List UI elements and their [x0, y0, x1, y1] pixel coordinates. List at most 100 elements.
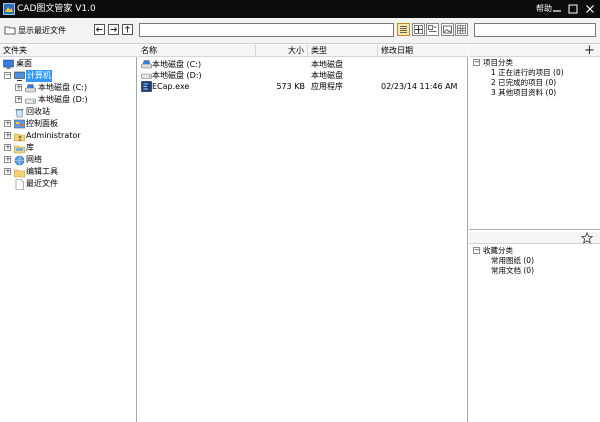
computer-icon [14, 71, 25, 82]
tree-item-network[interactable]: + 网络 [0, 154, 137, 166]
project-category-title: 项目分类 [483, 58, 513, 67]
tree-item-label: 桌面 [16, 59, 32, 68]
project-category-root[interactable]: − 项目分类 [471, 58, 599, 68]
expand-toggle[interactable]: + [4, 132, 11, 139]
control-panel-icon [14, 119, 25, 130]
file-type: 本地磁盘 [311, 71, 343, 80]
file-modified: 02/23/14 11:46 AM [381, 82, 458, 91]
tree-item-label: 控制面板 [26, 119, 58, 128]
folder-tree-header: 文件夹 [0, 45, 137, 57]
user-folder-icon [14, 131, 25, 142]
project-item[interactable]: 3 其他项目资料 (0) [491, 88, 599, 98]
collapse-toggle[interactable]: − [473, 247, 480, 254]
drive-icon [141, 70, 152, 81]
table-row[interactable]: ECap.exe 573 KB 应用程序 02/23/14 11:46 AM [138, 81, 468, 92]
category-panel: + − 项目分类 1 正在进行的项目 (0) 2 已完成的项目 (0) 3 其他… [469, 44, 600, 422]
project-item-label: 2 已完成的项目 (0) [491, 78, 557, 87]
favorites-item-label: 常用文档 (0) [491, 266, 535, 275]
tree-item-recycle-bin[interactable]: 回收站 [0, 106, 137, 118]
file-name: ECap.exe [152, 82, 190, 91]
favorites-item-label: 常用图纸 (0) [491, 256, 535, 265]
tree-item-label: 计算机 [26, 70, 52, 82]
desktop-icon [3, 59, 14, 70]
tree-item-edit-tools[interactable]: + 编辑工具 [0, 166, 137, 178]
expand-toggle[interactable]: + [15, 84, 22, 91]
tree-item-label: 本地磁盘 (D:) [38, 95, 88, 104]
tree-item-recent-files[interactable]: 最近文件 [0, 178, 137, 190]
folder-icon [14, 167, 25, 178]
favorites-category-title: 收藏分类 [483, 246, 513, 255]
tree-item-label: 最近文件 [26, 179, 58, 188]
expand-toggle[interactable]: + [15, 96, 22, 103]
collapse-toggle[interactable]: − [4, 72, 11, 79]
expand-toggle[interactable]: + [4, 120, 11, 127]
tree-item-drive-d[interactable]: + 本地磁盘 (D:) [0, 94, 137, 106]
up-arrow-icon[interactable] [122, 24, 133, 35]
tree-item-drive-c[interactable]: + 本地磁盘 (C:) [0, 82, 137, 94]
expand-toggle[interactable]: + [4, 144, 11, 151]
file-name: 本地磁盘 (D:) [152, 71, 202, 80]
tree-item-label: 本地磁盘 (C:) [38, 83, 88, 92]
grid-view-icon[interactable] [455, 23, 468, 36]
project-category-header: + [469, 44, 600, 57]
details-view-icon[interactable] [426, 23, 439, 36]
panel-divider[interactable] [469, 229, 600, 230]
maximize-icon[interactable] [566, 2, 580, 16]
tree-item-desktop[interactable]: 桌面 [0, 58, 137, 70]
favorites-category-root[interactable]: − 收藏分类 [471, 246, 599, 256]
add-icon[interactable]: + [584, 44, 595, 57]
favorites-category-header [469, 231, 600, 246]
back-arrow-icon[interactable] [94, 24, 105, 35]
tree-item-label: 网络 [26, 155, 42, 164]
list-view-icon[interactable] [397, 23, 410, 36]
add-folder-icon[interactable] [412, 23, 425, 36]
tree-item-control-panel[interactable]: + 控制面板 [0, 118, 137, 130]
project-item[interactable]: 2 已完成的项目 (0) [491, 78, 599, 88]
drive-icon [25, 95, 36, 106]
forward-arrow-icon[interactable] [108, 24, 119, 35]
tree-item-label: 回收站 [26, 107, 50, 116]
file-list-panel: 名称 大小 类型 修改日期 本地磁盘 (C:) 本地磁盘 本地磁盘 (D:) 本… [138, 45, 468, 422]
table-row[interactable]: 本地磁盘 (C:) 本地磁盘 [138, 59, 468, 70]
drive-icon [141, 59, 152, 70]
recycle-bin-icon [14, 107, 25, 118]
close-icon[interactable] [583, 2, 597, 16]
thumbnail-view-icon[interactable] [441, 23, 454, 36]
project-item-label: 3 其他项目资料 (0) [491, 88, 557, 97]
path-input[interactable] [139, 23, 394, 37]
recent-folder-icon[interactable] [4, 24, 16, 36]
favorites-item[interactable]: 常用图纸 (0) [491, 256, 599, 266]
collapse-toggle[interactable]: − [473, 59, 480, 66]
expand-toggle[interactable]: + [4, 156, 11, 163]
column-header-modified[interactable]: 修改日期 [378, 45, 468, 57]
show-recent-files-button[interactable]: 显示最近文件 [18, 25, 66, 37]
expand-toggle[interactable]: + [4, 168, 11, 175]
title-bar: CAD图文管家 V1.0 帮助 [0, 0, 600, 18]
star-icon[interactable] [580, 231, 594, 246]
column-header-type[interactable]: 类型 [308, 45, 378, 57]
tree-item-library[interactable]: + 库 [0, 142, 137, 154]
folder-tree-title: 文件夹 [3, 46, 27, 55]
column-header-name[interactable]: 名称 [138, 45, 256, 57]
library-icon [14, 143, 25, 154]
toolbar: 显示最近文件 [0, 18, 600, 44]
tree-item-label: 库 [26, 143, 34, 152]
column-header-size[interactable]: 大小 [256, 45, 308, 57]
file-list-header: 名称 大小 类型 修改日期 [138, 45, 468, 57]
search-input[interactable] [474, 23, 596, 37]
window-title: CAD图文管家 V1.0 [17, 4, 96, 14]
exe-icon [141, 81, 152, 92]
file-size: 573 KB [276, 82, 305, 91]
project-item[interactable]: 1 正在进行的项目 (0) [491, 68, 599, 78]
minimize-icon[interactable] [550, 2, 564, 16]
tree-item-computer[interactable]: − 计算机 [0, 70, 137, 82]
favorites-item[interactable]: 常用文档 (0) [491, 266, 599, 276]
tree-item-label: Administrator [26, 131, 81, 140]
tree-item-administrator[interactable]: + Administrator [0, 130, 137, 142]
tree-item-label: 编辑工具 [26, 167, 58, 176]
table-row[interactable]: 本地磁盘 (D:) 本地磁盘 [138, 70, 468, 81]
app-logo-icon [3, 3, 15, 15]
network-icon [14, 155, 25, 166]
file-type: 应用程序 [311, 82, 343, 91]
document-icon [14, 179, 25, 190]
